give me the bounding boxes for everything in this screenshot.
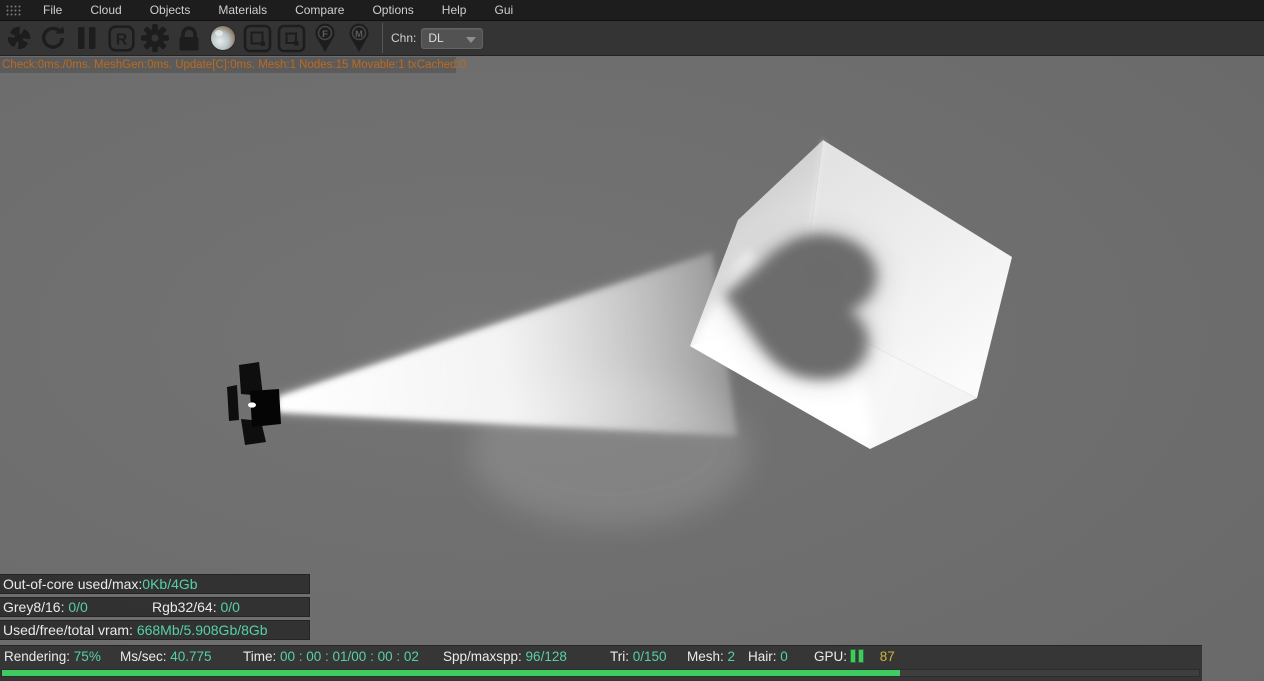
grey-value: 0/0	[68, 599, 88, 615]
mesh-stat: Mesh: 2	[687, 649, 736, 664]
mssec-stat: Ms/sec: 40.775	[120, 649, 212, 664]
toolbar-separator	[382, 23, 383, 53]
channel-dropdown[interactable]: DL	[421, 27, 484, 49]
material-letter: M	[355, 29, 363, 40]
grip-icon[interactable]	[6, 5, 21, 16]
channel-value: DL	[428, 31, 444, 45]
vram-value: 668Mb/5.908Gb/8Gb	[136, 622, 268, 638]
spp-stat: Spp/maxspp: 96/128	[443, 649, 567, 664]
menu-item-options[interactable]: Options	[358, 0, 427, 21]
menu-item-objects[interactable]: Objects	[136, 0, 205, 21]
rgb-label: Rgb32/64:	[152, 599, 221, 615]
menu-item-compare[interactable]: Compare	[281, 0, 358, 21]
rgb-value: 0/0	[220, 599, 240, 615]
chevron-down-icon	[466, 36, 477, 43]
pick-region-icon[interactable]	[276, 23, 306, 53]
out-of-core-stats: Out-of-core used/max:0Kb/4Gb	[0, 574, 310, 594]
texture-stats: Grey8/16: 0/0 Rgb32/64: 0/0	[0, 597, 310, 617]
reset-render-icon[interactable]: R	[106, 23, 136, 53]
gpu-stat: GPU: 87	[814, 649, 895, 666]
tri-stat: Tri: 0/150	[610, 649, 667, 664]
gpu-temperature: 87	[879, 649, 895, 664]
octane-render-window: File Cloud Objects Materials Compare Opt…	[0, 0, 1264, 681]
render-progress-fill	[2, 670, 900, 676]
material-picker-icon[interactable]: M	[344, 23, 374, 53]
focus-letter: F	[322, 29, 328, 40]
octane-logo-icon[interactable]	[4, 23, 34, 53]
toolbar: R F M Chn: DL	[0, 21, 1264, 56]
vram-label: Used/free/total vram:	[3, 622, 137, 638]
grey-label: Grey8/16:	[3, 599, 69, 615]
scene-status-line: Check:0ms./0ms. MeshGen:0ms. Update[C]:0…	[0, 57, 467, 73]
render-viewport[interactable]: Check:0ms./0ms. MeshGen:0ms. Update[C]:0…	[0, 56, 1264, 681]
restart-render-icon[interactable]	[38, 23, 68, 53]
menu-item-materials[interactable]: Materials	[204, 0, 281, 21]
lock-camera-icon[interactable]	[174, 23, 204, 53]
render-region-icon[interactable]	[242, 23, 272, 53]
out-of-core-value: 0Kb/4Gb	[142, 576, 198, 592]
vram-stats: Used/free/total vram: 668Mb/5.908Gb/8Gb	[0, 620, 310, 640]
focus-picker-icon[interactable]: F	[310, 23, 340, 53]
kernel-settings-icon[interactable]	[140, 23, 170, 53]
reset-letter: R	[115, 31, 127, 48]
material-preview-icon[interactable]	[208, 23, 238, 53]
time-stat: Time: 00 : 00 : 01/00 : 00 : 02	[243, 649, 419, 664]
menu-item-cloud[interactable]: Cloud	[76, 0, 135, 21]
out-of-core-label: Out-of-core used/max:	[3, 576, 143, 592]
hair-stat: Hair: 0	[748, 649, 788, 664]
menu-item-gui[interactable]: Gui	[480, 0, 527, 21]
render-progress-track	[1, 669, 1200, 677]
pause-render-icon[interactable]	[72, 23, 102, 53]
menu-item-help[interactable]: Help	[428, 0, 481, 21]
render-status-bar: Rendering: 75% Ms/sec: 40.775 Time: 00 :…	[0, 645, 1202, 681]
channel-label: Chn:	[391, 31, 417, 45]
menu-item-file[interactable]: File	[29, 0, 76, 21]
menu-bar: File Cloud Objects Materials Compare Opt…	[0, 0, 1264, 21]
gpu-meter-icon	[850, 649, 866, 666]
rendering-stat: Rendering: 75%	[4, 649, 101, 664]
